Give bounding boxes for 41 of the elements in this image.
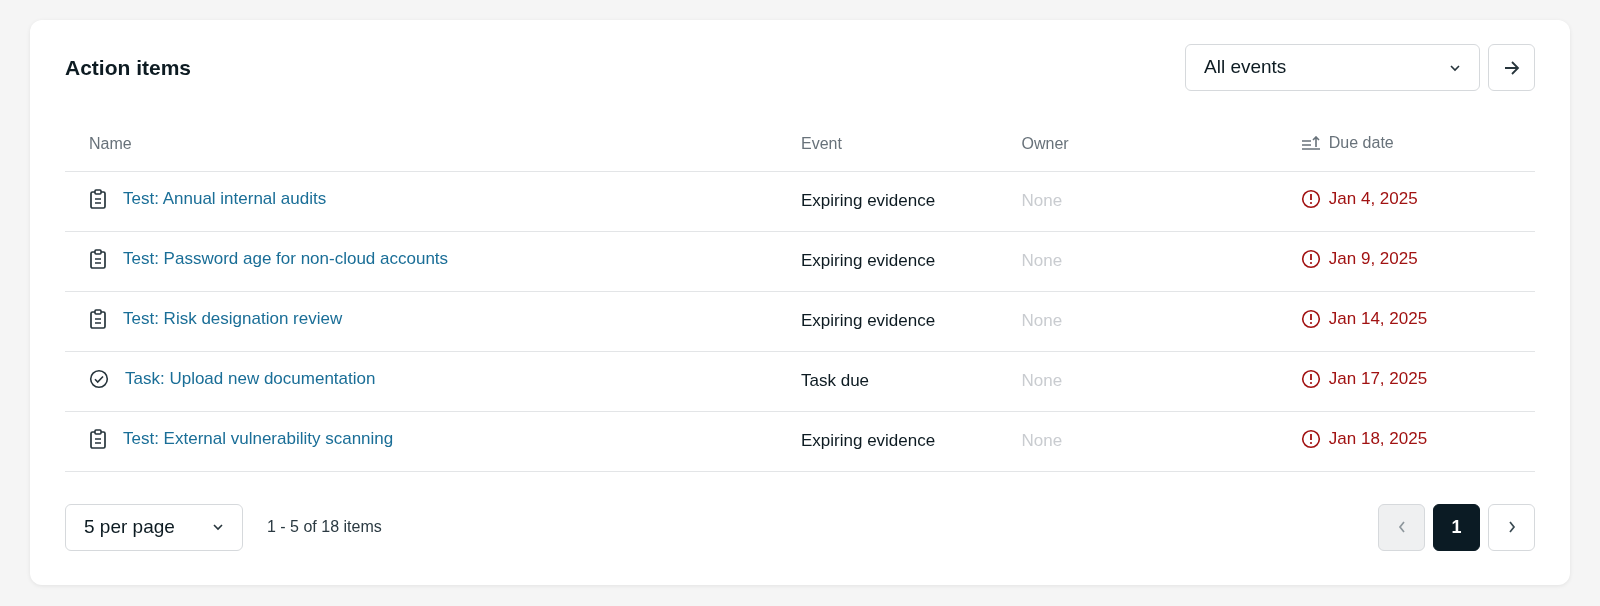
- event-text: Expiring evidence: [801, 311, 936, 331]
- clipboard-icon: [89, 308, 107, 329]
- chevron-left-icon: [1397, 521, 1406, 533]
- due-date-text: Jan 17, 2025: [1328, 367, 1428, 390]
- due-date-text: Jan 9, 2025: [1328, 247, 1418, 270]
- column-header: Event: [801, 134, 842, 155]
- column-header: Owner: [1021, 134, 1069, 155]
- item-link[interactable]: Test: Annual internal audits: [123, 185, 327, 212]
- card-title: Action items: [65, 54, 192, 81]
- item-link[interactable]: Test: Risk designation review: [123, 305, 343, 332]
- due-date-text: Jan 4, 2025: [1328, 187, 1418, 210]
- chevron-right-icon: [1507, 521, 1516, 533]
- alert-circle-icon: [1300, 368, 1321, 389]
- alert-circle-icon: [1300, 428, 1321, 449]
- clipboard-icon: [89, 188, 107, 209]
- item-link[interactable]: Test: Password age for non-cloud accounts: [123, 245, 449, 272]
- clipboard-icon: [89, 248, 107, 269]
- event-text: Expiring evidence: [801, 191, 936, 211]
- event-text: Task due: [801, 371, 870, 391]
- page-size-dropdown[interactable]: 5 per page: [65, 503, 243, 551]
- chevron-down-icon: [1449, 63, 1461, 72]
- item-link[interactable]: Test: External vulnerability scanning: [123, 425, 394, 452]
- event-text: Expiring evidence: [801, 431, 936, 451]
- clipboard-icon: [89, 428, 107, 449]
- page-button[interactable]: 1: [1433, 503, 1480, 551]
- column-header: Name: [89, 134, 132, 155]
- chevron-down-icon: [212, 523, 224, 531]
- alert-circle-icon: [1300, 248, 1321, 269]
- item-link[interactable]: Task: Upload new documentation: [125, 365, 376, 392]
- due-date-text: Jan 18, 2025: [1328, 427, 1428, 450]
- sort-icon[interactable]: [1300, 136, 1321, 151]
- item-range-text: 1 - 5 of 18 items: [267, 517, 382, 537]
- alert-circle-icon: [1300, 188, 1321, 209]
- arrow-right-icon: [1502, 59, 1521, 76]
- event-filter-dropdown[interactable]: All events: [1185, 44, 1480, 91]
- check-circle-icon: [89, 368, 109, 389]
- due-date-text: Jan 14, 2025: [1328, 307, 1428, 330]
- arrow-right-button[interactable]: [1488, 44, 1535, 91]
- alert-circle-icon: [1300, 308, 1321, 329]
- event-text: Expiring evidence: [801, 251, 936, 271]
- column-header: Due date: [1328, 133, 1394, 154]
